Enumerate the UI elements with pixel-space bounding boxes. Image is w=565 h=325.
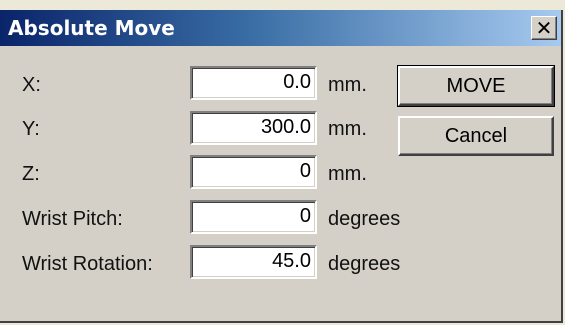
title-bar[interactable]: Absolute Move ✕ (0, 10, 561, 46)
wrist-rotation-unit: degrees (328, 253, 401, 275)
wrist-pitch-label: Wrist Pitch: (22, 208, 123, 230)
y-label: Y: (22, 118, 40, 140)
wrist-pitch-unit: degrees (328, 208, 401, 230)
wrist-rotation-label: Wrist Rotation: (22, 253, 153, 275)
x-input[interactable]: 0.0 (190, 66, 317, 100)
cancel-button[interactable]: Cancel (398, 116, 554, 156)
move-button[interactable]: MOVE (397, 65, 555, 107)
wrist-pitch-input[interactable]: 0 (190, 200, 317, 234)
x-label: X: (22, 74, 41, 96)
z-input[interactable]: 0 (190, 155, 317, 189)
z-label: Z: (22, 163, 40, 185)
z-unit: mm. (328, 163, 367, 185)
window-title: Absolute Move (8, 16, 175, 40)
absolute-move-dialog: Absolute Move ✕ X: 0.0 mm. Y: 300.0 mm. … (0, 10, 563, 323)
y-input[interactable]: 300.0 (190, 111, 317, 145)
wrist-rotation-input[interactable]: 45.0 (190, 245, 317, 279)
close-button[interactable]: ✕ (531, 16, 557, 40)
y-unit: mm. (328, 118, 367, 140)
screen: Absolute Move ✕ X: 0.0 mm. Y: 300.0 mm. … (0, 0, 565, 325)
x-unit: mm. (328, 74, 367, 96)
close-icon: ✕ (535, 16, 553, 40)
